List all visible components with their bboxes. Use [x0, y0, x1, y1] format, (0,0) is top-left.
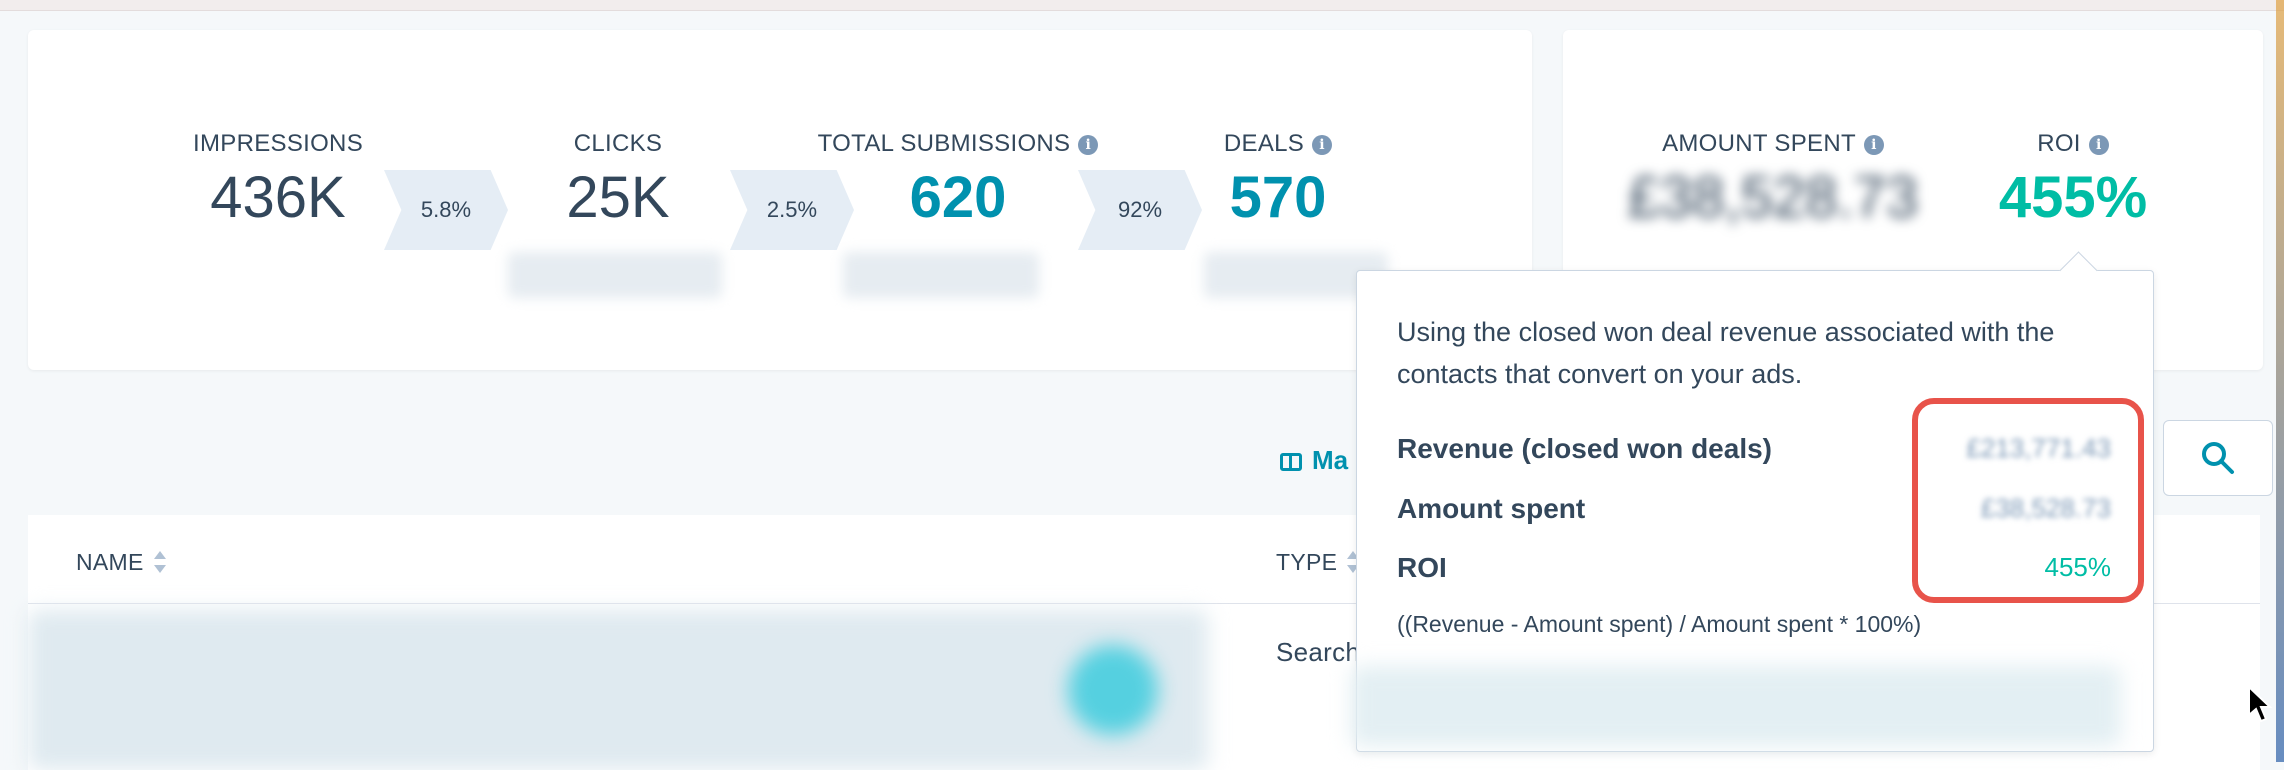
submissions-sublabel-blurred — [843, 252, 1039, 298]
impressions-label: IMPRESSIONS — [193, 130, 363, 157]
conversion-rate-submissions-deals: 92% — [1078, 170, 1202, 250]
clicks-sublabel-blurred — [508, 252, 722, 298]
column-header-type-label: TYPE — [1276, 549, 1338, 575]
impressions-value: 436K — [210, 165, 346, 230]
deals-label-row: DEALS i — [1188, 130, 1368, 158]
amount-spent-label-row: AMOUNT SPENT i — [1623, 130, 1923, 158]
submissions-label-row: TOTAL SUBMISSIONS i — [808, 130, 1108, 158]
amount-spent-tooltip-label: Amount spent — [1397, 493, 1586, 524]
info-icon[interactable]: i — [2088, 135, 2109, 155]
amount-spent-metric: AMOUNT SPENT i £38,528.73 — [1623, 130, 1923, 231]
submissions-metric: TOTAL SUBMISSIONS i 620 — [808, 130, 1108, 231]
top-strip — [0, 0, 2284, 11]
sort-icon[interactable] — [152, 551, 166, 573]
roi-label: ROI — [2037, 130, 2081, 157]
window-edge — [2276, 0, 2284, 762]
conversion-rate-impressions-clicks: 5.8% — [384, 170, 508, 250]
manage-columns-label: Ma — [1312, 445, 1349, 475]
submissions-value[interactable]: 620 — [808, 164, 1108, 231]
roi-label-row: ROI i — [1983, 130, 2163, 158]
amount-spent-label: AMOUNT SPENT — [1662, 130, 1856, 157]
deals-metric: DEALS i 570 — [1188, 130, 1368, 231]
submissions-label: TOTAL SUBMISSIONS — [817, 130, 1071, 157]
column-header-name-label: NAME — [76, 549, 144, 575]
roi-formula: ((Revenue - Amount spent) / Amount spent… — [1397, 611, 1922, 637]
info-icon[interactable]: i — [1312, 135, 1333, 155]
impressions-metric: IMPRESSIONS 436K — [158, 130, 398, 231]
deals-value[interactable]: 570 — [1188, 164, 1368, 231]
table-row-type: Search — [1276, 637, 1361, 667]
roi-metric: ROI i 455% — [1983, 130, 2163, 231]
tooltip-bottom-blurred — [1351, 666, 2121, 746]
column-header-name[interactable]: NAME — [76, 549, 166, 576]
roi-value[interactable]: 455% — [1983, 164, 2163, 231]
search-button[interactable] — [2163, 420, 2273, 496]
clicks-metric: CLICKS 25K — [508, 130, 728, 231]
revenue-label: Revenue (closed won deals) — [1397, 433, 1772, 464]
deals-label: DEALS — [1223, 130, 1305, 157]
info-icon[interactable]: i — [1078, 135, 1099, 155]
mouse-cursor-icon — [2248, 685, 2273, 723]
table-row-blurred — [28, 610, 1208, 770]
info-icon[interactable]: i — [1863, 135, 1884, 155]
roi-tooltip-label: ROI — [1397, 552, 1447, 583]
tooltip-description: Using the closed won deal revenue associ… — [1397, 317, 2055, 389]
clicks-label: CLICKS — [573, 130, 663, 157]
clicks-value: 25K — [566, 165, 670, 230]
funnel-metrics-card: IMPRESSIONS 436K 5.8% CLICKS 25K 2.5% TO… — [28, 30, 1532, 370]
search-icon — [2202, 442, 2234, 474]
column-header-type[interactable]: TYPE — [1276, 549, 1360, 576]
values-highlight-annotation — [1912, 398, 2144, 603]
avatar-blurred — [1068, 645, 1158, 735]
amount-spent-value: £38,528.73 — [1627, 165, 1919, 230]
columns-icon — [1280, 453, 1302, 471]
manage-columns-button[interactable]: Ma — [1280, 445, 1348, 476]
